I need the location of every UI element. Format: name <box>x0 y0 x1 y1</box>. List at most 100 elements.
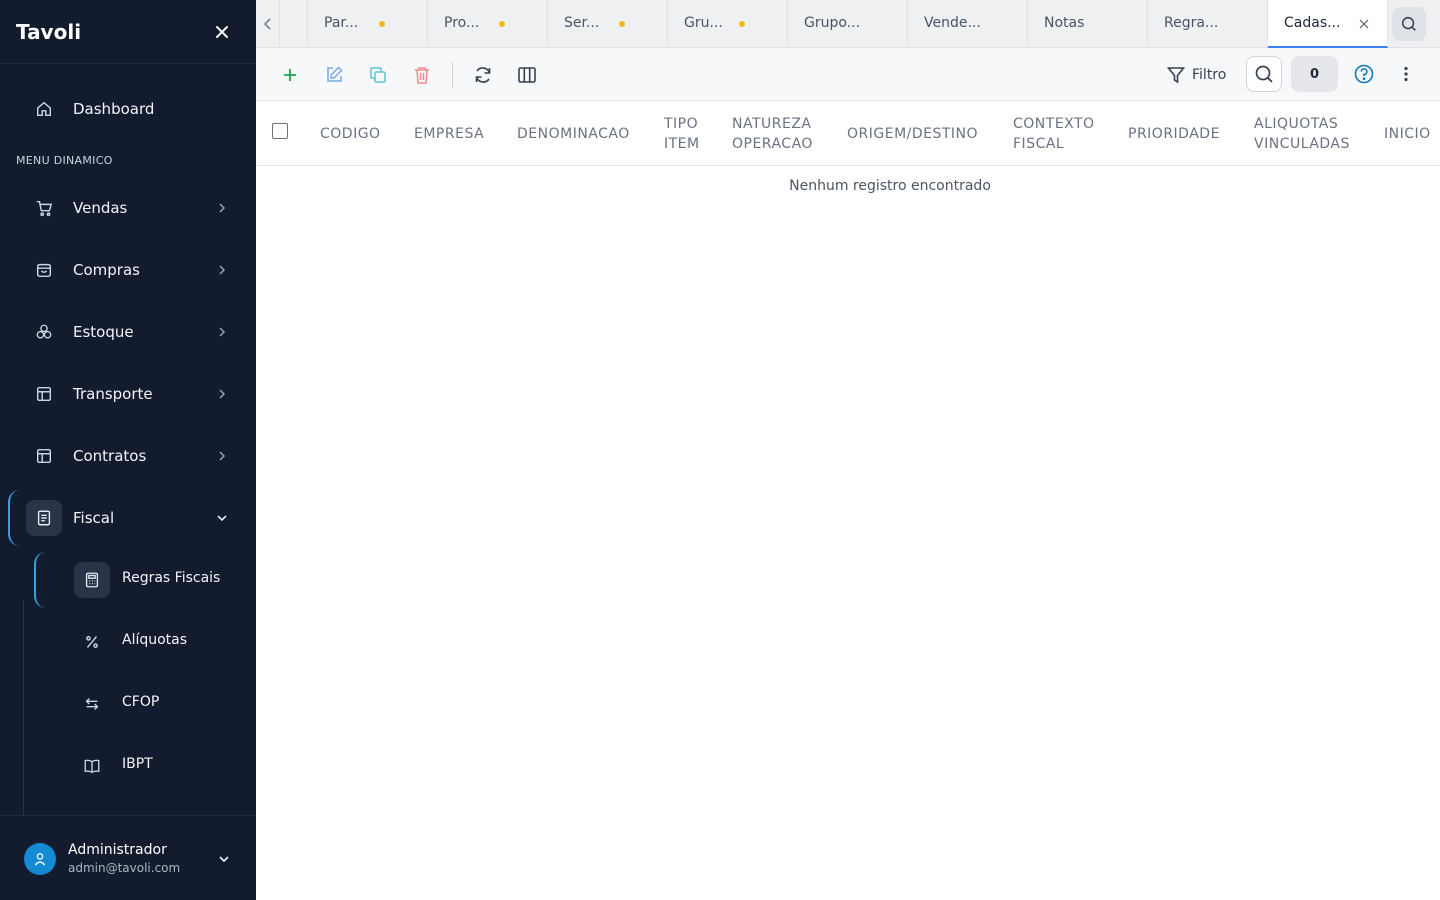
close-icon[interactable] <box>1356 16 1372 32</box>
tab-label: Notas <box>1044 15 1085 31</box>
column-header-natureza-operacao[interactable]: NATUREZA OPERACAO <box>732 101 813 166</box>
chevron-right-icon <box>214 200 230 216</box>
tab-produtos[interactable]: Pro... <box>428 0 548 48</box>
unsaved-dot <box>499 21 505 27</box>
sidebar-subitem-ibpt[interactable]: IBPT <box>0 742 256 790</box>
record-count-badge[interactable]: 0 <box>1291 56 1338 92</box>
add-button[interactable] <box>276 61 304 89</box>
arrows-exchange-icon <box>74 686 110 722</box>
tab-label: Ser... <box>564 15 600 31</box>
tab-label: Grupo... <box>804 15 861 31</box>
edit-button[interactable] <box>320 61 348 89</box>
toolbar: Filtro 0 <box>256 48 1440 101</box>
unsaved-dot <box>619 21 625 27</box>
column-header-aliquotas-vinculadas[interactable]: ALIQUOTAS VINCULADAS <box>1254 101 1350 166</box>
unsaved-dot <box>739 21 745 27</box>
tab-notas[interactable]: Notas <box>1028 0 1148 48</box>
tab-grupo[interactable]: Grupo... <box>788 0 908 48</box>
user-profile[interactable]: Administrador admin@tavoli.com <box>0 815 256 900</box>
sidebar-item-dashboard[interactable]: Dashboard <box>0 85 256 133</box>
column-header-line: ALIQUOTAS <box>1254 115 1339 132</box>
layout-icon <box>26 438 62 474</box>
chevron-right-icon <box>214 448 230 464</box>
sidebar-item-estoque[interactable]: Estoque <box>0 308 256 356</box>
bag-icon <box>26 252 62 288</box>
tab-parametros[interactable]: Par... <box>308 0 428 48</box>
tab-cadastro-active[interactable]: Cadas... <box>1268 0 1388 48</box>
main-content: Par... Pro... Ser... Gru... Grupo... Ven… <box>256 0 1440 900</box>
menu-section-title: MENU DINAMICO <box>16 154 113 167</box>
column-header-denominacao[interactable]: DENOMINACAO <box>517 101 630 166</box>
column-header-label: INICIO <box>1384 125 1431 142</box>
chevron-right-icon <box>214 324 230 340</box>
search-icon <box>1255 65 1273 83</box>
table-header: CODIGO EMPRESA DENOMINACAO TIPO ITEM NATU… <box>256 101 1440 166</box>
column-header-inicio[interactable]: INICIO <box>1384 101 1431 166</box>
filter-icon <box>1166 67 1186 84</box>
help-icon <box>1354 64 1374 84</box>
column-header-codigo[interactable]: CODIGO <box>320 101 381 166</box>
user-name: Administrador <box>68 842 167 858</box>
column-header-line: TIPO <box>664 115 699 132</box>
delete-button[interactable] <box>408 61 436 89</box>
copy-icon <box>370 67 386 83</box>
column-header-empresa[interactable]: EMPRESA <box>414 101 484 166</box>
tab-regras[interactable]: Regra... <box>1148 0 1268 48</box>
refresh-button[interactable] <box>469 61 497 89</box>
tab-vendedores[interactable]: Vende... <box>908 0 1028 48</box>
sidebar-item-label: Contratos <box>73 447 147 465</box>
column-header-label: ORIGEM/DESTINO <box>847 125 979 142</box>
column-header-label: ALIQUOTAS VINCULADAS <box>1254 114 1350 154</box>
kebab-menu-icon <box>1404 66 1408 82</box>
sidebar-subitem-label: IBPT <box>122 756 153 772</box>
tab-servicos[interactable]: Ser... <box>548 0 668 48</box>
column-header-line: ITEM <box>664 135 700 152</box>
brand-logo: Tavoli <box>16 19 82 44</box>
sidebar-item-transporte[interactable]: Transporte <box>0 370 256 418</box>
tab-bar: Par... Pro... Ser... Gru... Grupo... Ven… <box>256 0 1440 48</box>
avatar <box>24 843 56 875</box>
column-header-label: CODIGO <box>320 125 381 142</box>
edit-icon <box>327 66 343 82</box>
percent-icon <box>74 624 110 660</box>
help-button[interactable] <box>1352 62 1376 86</box>
toolbar-divider <box>452 62 453 88</box>
columns-icon <box>518 67 536 83</box>
column-header-line: OPERACAO <box>732 135 813 152</box>
column-header-contexto-fiscal[interactable]: CONTEXTO FISCAL <box>1013 101 1095 166</box>
sidebar-subitem-aliquotas[interactable]: Alíquotas <box>0 618 256 666</box>
column-header-origem-destino[interactable]: ORIGEM/DESTINO <box>847 101 978 166</box>
calculator-icon <box>74 562 110 598</box>
sidebar-item-fiscal[interactable]: Fiscal <box>0 494 256 542</box>
column-header-tipo-item[interactable]: TIPO ITEM <box>664 101 700 166</box>
tab-label: Gru... <box>684 15 723 31</box>
copy-button[interactable] <box>364 61 392 89</box>
filter-button[interactable]: Filtro <box>1166 61 1226 89</box>
column-header-line: NATUREZA <box>732 115 812 132</box>
trash-icon <box>415 67 429 84</box>
tab-label: Par... <box>324 15 359 31</box>
chevron-down-icon[interactable] <box>216 851 232 867</box>
brand-header: Tavoli <box>0 0 256 64</box>
select-all-checkbox[interactable] <box>272 123 288 139</box>
tab-scroll-left-button[interactable] <box>256 0 280 48</box>
more-options-button[interactable] <box>1396 62 1416 86</box>
columns-button[interactable] <box>513 61 541 89</box>
sidebar-subitem-regras-fiscais[interactable]: Regras Fiscais <box>0 556 256 604</box>
sidebar-item-label: Vendas <box>73 199 128 217</box>
column-header-prioridade[interactable]: PRIORIDADE <box>1128 101 1220 166</box>
close-icon[interactable] <box>212 22 232 42</box>
search-button[interactable] <box>1246 56 1282 92</box>
tab-grupos[interactable]: Gru... <box>668 0 788 48</box>
sidebar-item-vendas[interactable]: Vendas <box>0 184 256 232</box>
book-icon <box>74 748 110 784</box>
chevron-right-icon <box>214 262 230 278</box>
sidebar-subitem-cfop[interactable]: CFOP <box>0 680 256 728</box>
refresh-icon <box>475 67 491 83</box>
sidebar-item-contratos[interactable]: Contratos <box>0 432 256 480</box>
tab-search-button[interactable] <box>1392 7 1426 41</box>
column-header-label: NATUREZA OPERACAO <box>732 114 813 154</box>
sidebar-item-label: Estoque <box>73 323 134 341</box>
user-email: admin@tavoli.com <box>68 861 181 875</box>
sidebar-item-compras[interactable]: Compras <box>0 246 256 294</box>
